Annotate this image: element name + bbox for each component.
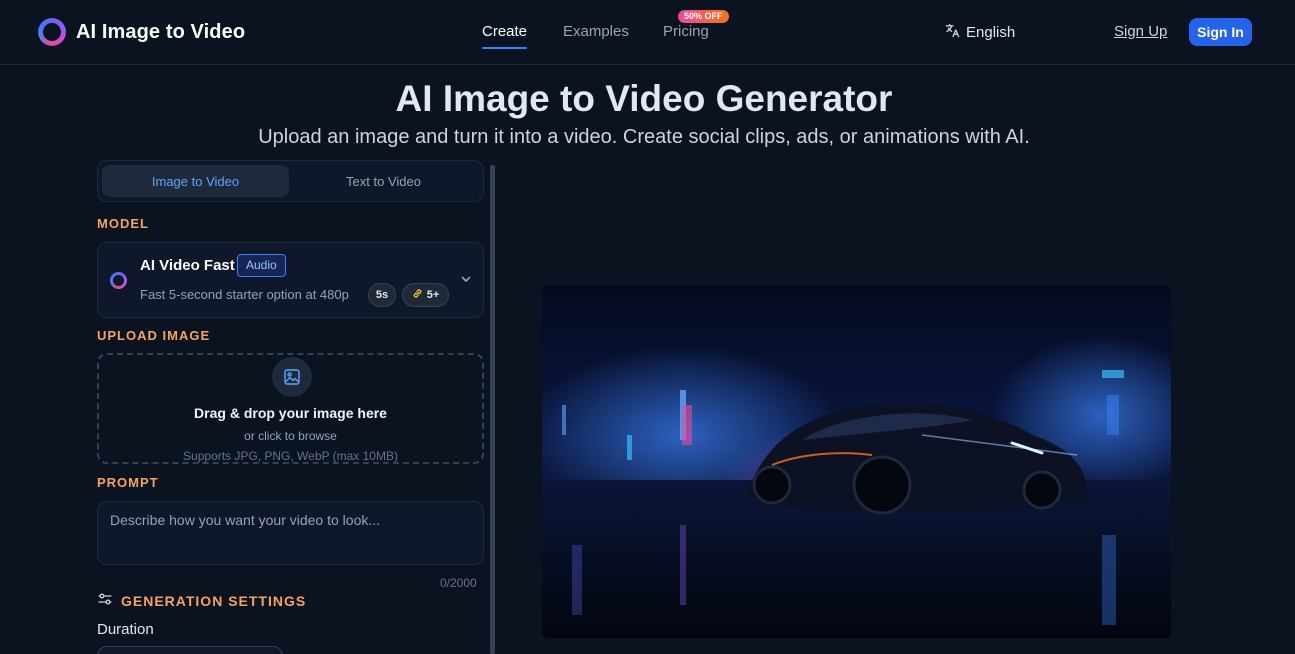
logo-ring-icon — [38, 18, 66, 46]
app-logo[interactable]: AI Image to Video — [38, 18, 245, 46]
nav-active-indicator — [482, 47, 527, 49]
app-title: AI Image to Video — [76, 20, 246, 43]
model-description: Fast 5-second starter option at 480p — [140, 287, 349, 302]
page-title: AI Image to Video Generator — [395, 78, 893, 119]
tab-image-to-video[interactable]: Image to Video — [102, 165, 289, 197]
generation-settings-label: GENERATION SETTINGS — [121, 592, 307, 609]
page-subtitle: Upload an image and turn it into a video… — [258, 126, 1030, 148]
mode-toggle: Image to Video Text to Video — [97, 160, 484, 202]
prompt-input[interactable] — [97, 501, 484, 565]
nav-pricing[interactable]: Pricing — [663, 23, 709, 40]
discount-badge: 50% OFF — [678, 10, 729, 23]
video-preview-image — [542, 285, 1171, 638]
credits-pill: 5+ — [402, 283, 449, 307]
duration-label: Duration — [97, 621, 154, 638]
image-dropzone[interactable]: Drag & drop your image here or click to … — [97, 353, 484, 464]
language-selector[interactable]: English — [945, 23, 1015, 41]
chevron-down-icon[interactable] — [460, 273, 472, 288]
generation-settings-header[interactable]: GENERATION SETTINGS — [98, 592, 306, 609]
dropzone-hint: Supports JPG, PNG, WebP (max 10MB) — [183, 449, 398, 463]
language-label: English — [966, 23, 1016, 41]
panel-scrollbar[interactable] — [490, 165, 495, 654]
model-section-label: MODEL — [97, 216, 149, 231]
duration-pill: 5s — [368, 283, 396, 307]
model-name: AI Video Fast — [140, 257, 235, 274]
model-selector[interactable]: AI Video Fast Audio Fast 5-second starte… — [97, 242, 484, 318]
image-upload-icon — [272, 357, 312, 397]
top-nav-bar: AI Image to Video Create Examples Pricin… — [0, 0, 1295, 65]
duration-value: 5s — [375, 289, 389, 301]
duration-selector[interactable] — [97, 646, 283, 654]
credits-link-icon — [412, 288, 423, 302]
sliders-icon — [98, 592, 112, 609]
audio-tag: Audio — [237, 254, 286, 277]
dropzone-browse-text: or click to browse — [244, 429, 337, 443]
prompt-char-count: 0/2000 — [440, 576, 477, 590]
prompt-section-label: PROMPT — [97, 475, 159, 490]
model-ring-icon — [110, 272, 127, 289]
nav-create[interactable]: Create — [482, 23, 527, 40]
nav-examples[interactable]: Examples — [563, 23, 629, 40]
translate-icon — [945, 23, 960, 41]
upload-section-label: UPLOAD IMAGE — [97, 328, 211, 343]
credits-value: 5+ — [426, 289, 440, 301]
sign-up-link[interactable]: Sign Up — [1114, 23, 1167, 40]
tab-text-to-video[interactable]: Text to Video — [290, 165, 477, 197]
dropzone-title: Drag & drop your image here — [194, 405, 387, 421]
sign-in-button[interactable]: Sign In — [1189, 18, 1252, 46]
